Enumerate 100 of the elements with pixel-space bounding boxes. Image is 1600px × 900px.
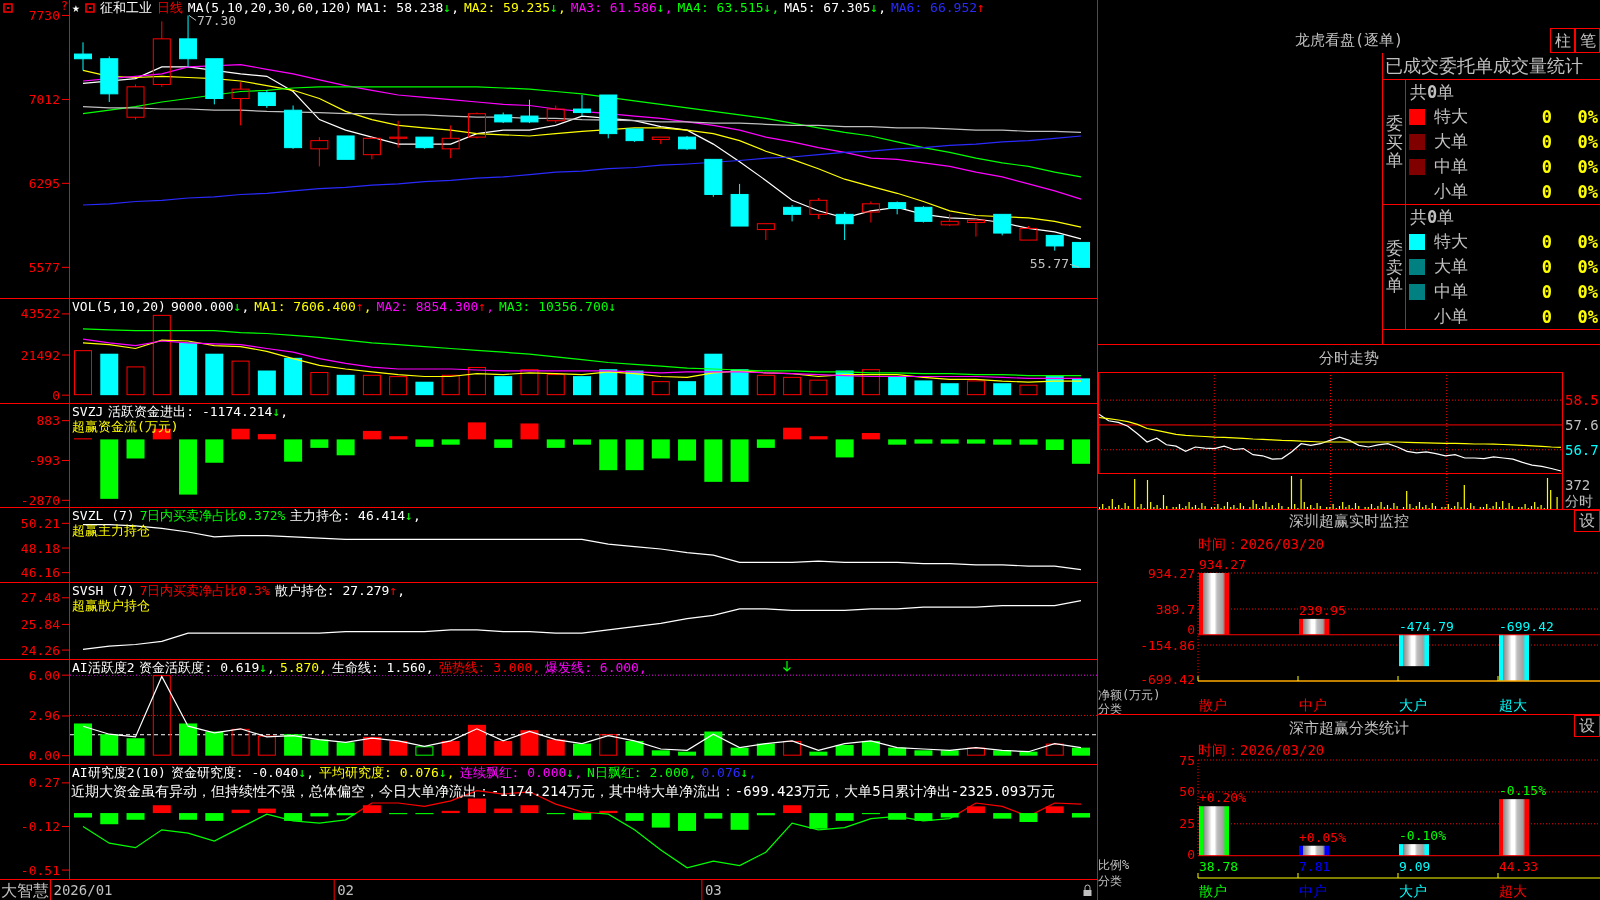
- chart-bar: [599, 439, 618, 471]
- chart-bar: [730, 813, 749, 830]
- axis-label: 25.84: [20, 616, 60, 632]
- panel-title: 龙虎看盘(逐单): [1294, 30, 1404, 51]
- chart-bar: [389, 436, 408, 440]
- order-count: 0: [1540, 131, 1552, 152]
- chart-bar: [914, 813, 933, 821]
- value-label: 38.78: [1199, 858, 1239, 874]
- axis-label: 372: [1565, 477, 1591, 493]
- axis-label: 50: [1179, 784, 1195, 800]
- order-type: 中单: [1434, 280, 1469, 303]
- candle: [599, 94, 618, 139]
- chart-bar: [520, 423, 539, 440]
- chart-bar: [1499, 634, 1529, 681]
- chart-bar: [284, 813, 303, 821]
- candle: [494, 112, 513, 124]
- candle: [993, 213, 1012, 236]
- legend-item: MA3: 61.586↓,: [570, 1, 673, 15]
- chart-bar: [1399, 634, 1429, 667]
- chart-title: 深圳超赢实时监控: [1289, 511, 1409, 531]
- axis-title: 分类: [1098, 874, 1122, 888]
- chart-bar: [1199, 806, 1229, 856]
- chart-bar: [126, 439, 145, 459]
- chart-bar: [257, 808, 276, 814]
- chart-title: 分时走势: [1319, 349, 1379, 368]
- order-count: 0: [1540, 231, 1552, 252]
- axis-label: -154.86: [1140, 637, 1195, 653]
- candle: [284, 105, 303, 150]
- axis-label: 56.7: [1565, 441, 1599, 458]
- chart-bar: [704, 439, 723, 482]
- chart-bar: [205, 439, 224, 463]
- chart-bar: [100, 813, 119, 825]
- star-icon[interactable]: ★: [72, 1, 80, 15]
- order-type: 大单: [1434, 130, 1469, 153]
- chart-bar: [861, 433, 880, 440]
- candle: [520, 99, 539, 124]
- candle: [730, 183, 749, 227]
- axis-label: 5577: [28, 259, 60, 275]
- candle: [231, 81, 250, 126]
- axis-label: 25: [1179, 816, 1195, 832]
- legend-item: SVSH (7): [72, 584, 135, 598]
- chart-bar: [284, 439, 303, 462]
- chart-bar: [310, 439, 329, 448]
- chart-bar: [74, 813, 92, 818]
- order-type: 小单: [1434, 180, 1469, 203]
- square-marker-icon: [3, 3, 13, 13]
- candle: [100, 55, 119, 103]
- legend-item: 7日内买卖净占比0.3%: [139, 584, 270, 598]
- order-type: 小单: [1434, 305, 1469, 328]
- view-button[interactable]: 笔: [1575, 28, 1600, 53]
- chart-subtitle: 时间：2026/03/20: [1198, 536, 1325, 552]
- category-label: 散户: [1199, 697, 1227, 713]
- chart-bar: [678, 813, 697, 831]
- axis-label: 48.18: [20, 540, 60, 556]
- legend-item: N日飘红: 2.000,: [587, 766, 697, 780]
- candle: [809, 197, 828, 220]
- candle: [389, 120, 408, 149]
- axis-label: 分时: [1565, 493, 1593, 509]
- chart-bar: [651, 439, 670, 459]
- down-arrow-icon: [782, 660, 792, 672]
- candle: [467, 112, 486, 139]
- legend-item: AI活跃度2: [72, 661, 135, 675]
- legend-item: MA2: 59.235↓,: [463, 1, 566, 15]
- chart-bar: [520, 805, 539, 814]
- settings-button[interactable]: 设: [1574, 715, 1600, 737]
- chart-bar: [1399, 844, 1429, 856]
- axis-label: 7012: [28, 91, 60, 107]
- chart-bar: [835, 439, 854, 458]
- change-label: +0.05%: [1299, 829, 1346, 845]
- order-count: 0: [1540, 306, 1552, 327]
- legend-item: 生命线: 1.560,: [331, 661, 434, 675]
- view-button[interactable]: 柱: [1550, 28, 1575, 53]
- category-label: 大户: [1399, 697, 1427, 713]
- chart-bar: [730, 439, 749, 482]
- settings-button[interactable]: 设: [1574, 510, 1600, 532]
- period-label: 日线: [156, 1, 183, 15]
- help-icon[interactable]: ?: [60, 0, 68, 13]
- chart-bar: [1045, 806, 1064, 814]
- legend-item: 9000.000↓,: [170, 300, 250, 314]
- candle: [1072, 241, 1090, 268]
- axis-label: -2870: [20, 492, 60, 507]
- axis-label: 6.00: [28, 667, 60, 683]
- chart-bar: [1072, 439, 1090, 464]
- legend-item: 7日内买卖净占比0.372%: [139, 509, 286, 523]
- order-type: 中单: [1434, 155, 1469, 178]
- order-percent: 0%: [1576, 256, 1599, 277]
- candle: [179, 14, 198, 68]
- chart-bar: [179, 813, 198, 820]
- chart-bar: [1019, 439, 1038, 445]
- axis-label: 75: [1179, 752, 1195, 768]
- category-label: 中户: [1299, 697, 1327, 713]
- chart-bar: [940, 439, 959, 444]
- legend-item: VOL(5,10,20): [72, 300, 166, 314]
- chart-bar: [415, 439, 434, 447]
- date-label: 2026/01: [53, 882, 113, 898]
- chart-bar: [467, 798, 486, 814]
- legend-item: 散户持仓: 27.279↑,: [274, 584, 406, 598]
- axis-label: 46.16: [20, 565, 60, 581]
- order-percent: 0%: [1576, 306, 1599, 327]
- chart-bar: [126, 813, 145, 820]
